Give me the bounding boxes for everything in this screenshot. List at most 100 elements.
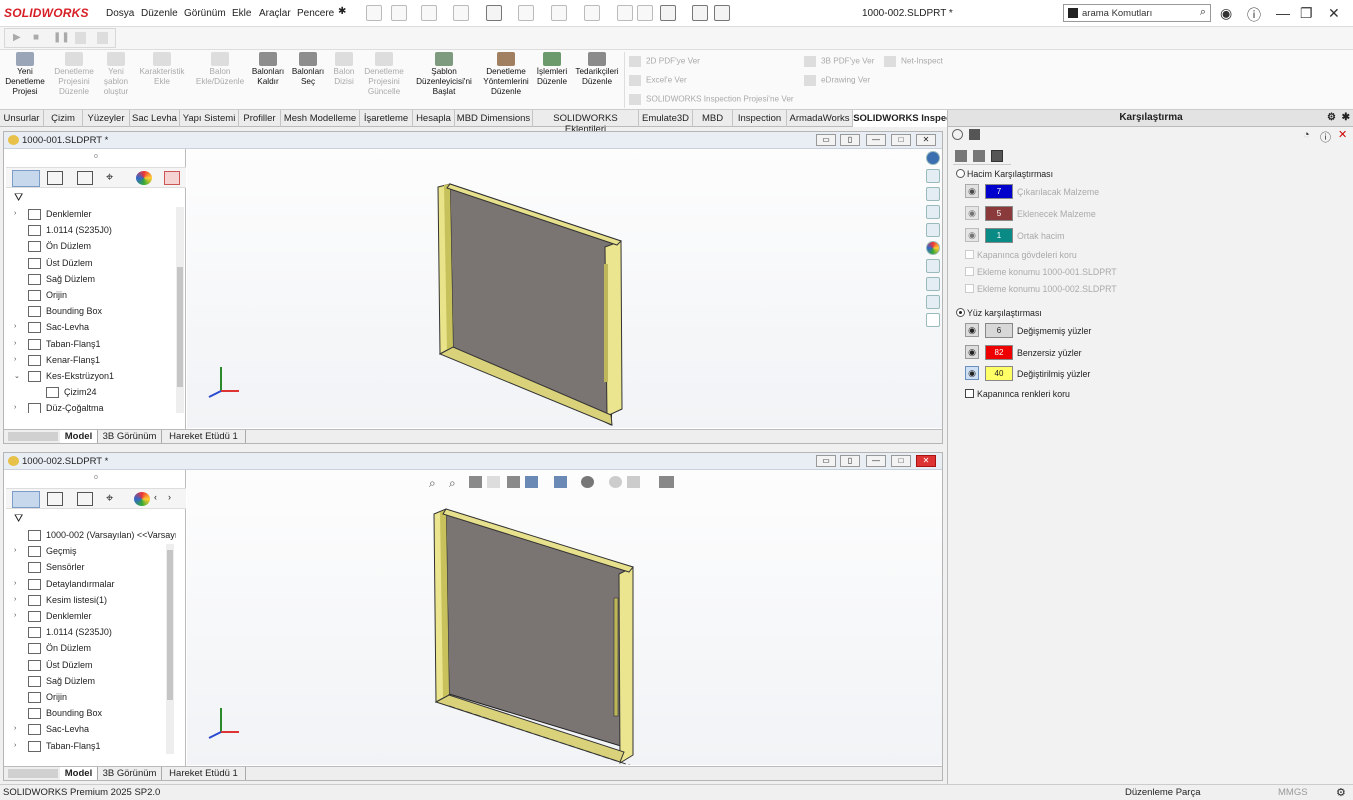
tab-yuzeyler[interactable]: Yüzeyler [83, 110, 130, 127]
redo-icon[interactable] [551, 5, 567, 21]
expand-arrow-icon[interactable]: › [14, 323, 16, 330]
help-icon[interactable]: ⓘ [1320, 129, 1331, 145]
start-template-editor-button[interactable]: Şablon Düzenleyicisi'ni Başlat [412, 52, 476, 96]
save-results-icon[interactable] [969, 129, 980, 140]
filter-icon[interactable]: ⛛ [14, 513, 23, 526]
rebuild-icon[interactable] [617, 5, 633, 21]
minimize-icon[interactable]: — [866, 455, 886, 467]
feature-manager-tab[interactable] [12, 491, 40, 508]
face-compare-radio[interactable] [956, 308, 965, 317]
scroll-thumb[interactable] [167, 550, 173, 700]
tab-cizim[interactable]: Çizim [44, 110, 83, 127]
help-icon[interactable]: ⓘ [1247, 5, 1261, 25]
tree-node[interactable]: 1.0114 (S235J0) [6, 223, 174, 239]
edit-inspection-methods-button[interactable]: Denetleme Yöntemlerini Düzenle [479, 52, 533, 96]
home-view-icon[interactable] [926, 169, 940, 183]
collapse-handle[interactable]: o [94, 474, 98, 481]
tile-horizontal-icon[interactable]: ▭ [816, 455, 836, 467]
configuration-manager-icon[interactable] [77, 171, 93, 185]
tab-sac-levha[interactable]: Sac Levha [130, 110, 180, 127]
keep-colors-checkbox[interactable] [965, 389, 974, 398]
save-icon[interactable] [453, 5, 469, 21]
eye-icon[interactable]: ◉ [965, 345, 979, 359]
tree-scrollbar[interactable] [166, 544, 174, 754]
export-excel-button[interactable]: Excel'e Ver [629, 75, 687, 86]
expand-arrow-icon[interactable]: ⌄ [14, 372, 20, 380]
tab-isaretleme[interactable]: İşaretleme [360, 110, 413, 127]
expand-arrow-icon[interactable]: › [14, 340, 16, 347]
tree-node[interactable]: Ön Düzlem [6, 239, 174, 255]
tab-mbd[interactable]: MBD [693, 110, 733, 127]
tree-node[interactable]: › Taban-Flanş1 [6, 739, 174, 755]
menu-gorunum[interactable]: Görünüm [184, 8, 226, 19]
tab-model[interactable]: Model [60, 767, 98, 780]
expand-arrow-icon[interactable]: › [14, 596, 16, 603]
doc-compare-icon[interactable] [955, 150, 967, 162]
export-3d-pdf-button[interactable]: 3B PDF'ye Ver [804, 56, 874, 67]
edit-inspection-project-button[interactable]: Denetleme Projesini Düzenle [50, 52, 98, 96]
tree-node[interactable]: › Düz-Çoğaltma [6, 401, 174, 413]
appearance-icon[interactable] [136, 171, 152, 185]
property-manager-icon[interactable] [47, 171, 63, 185]
tile-horizontal-icon[interactable]: ▭ [816, 134, 836, 146]
eye-icon[interactable]: ◉ [965, 228, 979, 242]
tree-scrollbar[interactable] [176, 207, 184, 413]
add-characteristic-button[interactable]: Karakteristik Ekle [136, 52, 188, 87]
forum-icon[interactable] [926, 277, 940, 291]
expand-arrow-icon[interactable]: › [14, 356, 16, 363]
update-inspection-project-button[interactable]: Denetleme Projesini Güncelle [361, 52, 407, 96]
tab-3d-view[interactable]: 3B Görünüm [98, 430, 162, 443]
tree-node[interactable]: › Geçmiş [6, 544, 174, 560]
expand-arrow-icon[interactable]: › [14, 547, 16, 554]
tab-hesapla[interactable]: Hesapla [413, 110, 455, 127]
folder-icon[interactable] [926, 205, 940, 219]
menu-pencere[interactable]: Pencere [297, 8, 334, 19]
tree-node[interactable]: Orijin [6, 690, 174, 706]
expand-pane-icon[interactable] [926, 313, 940, 327]
close-icon[interactable]: ✕ [916, 134, 936, 146]
3d-view-icon[interactable] [926, 187, 940, 201]
tree-node[interactable]: Çizim24 [6, 385, 174, 401]
tab-motion-study[interactable]: Hareket Etüdü 1 [162, 767, 246, 780]
insert-location-2-checkbox[interactable] [965, 284, 974, 293]
minimize-icon[interactable]: — [1276, 5, 1290, 21]
tree-node[interactable]: › Sac-Levha [6, 320, 174, 336]
expand-arrow-icon[interactable]: › [14, 725, 16, 732]
remove-balloons-button[interactable]: Balonları Kaldır [249, 52, 287, 87]
tree-node[interactable]: › Kenar-Flanş1 [6, 353, 174, 369]
menu-dosya[interactable]: Dosya [106, 8, 134, 19]
tree-node[interactable]: Sağ Düzlem [6, 674, 174, 690]
close-icon[interactable]: ✕ [1338, 128, 1347, 141]
tree-node[interactable]: Üst Düzlem [6, 256, 174, 272]
print-icon[interactable] [486, 5, 502, 21]
expand-arrow-icon[interactable]: › [14, 580, 16, 587]
dimxpert-icon[interactable]: ⌖ [106, 170, 122, 185]
back-icon[interactable]: ◔ [1303, 129, 1310, 141]
tree-node[interactable]: › Sac-Levha [6, 722, 174, 738]
appearance-icon[interactable] [134, 492, 150, 506]
pin-icon[interactable]: ✱ [338, 6, 348, 22]
eye-icon[interactable]: ◉ [965, 366, 979, 380]
new-macro-icon[interactable] [75, 32, 86, 44]
eye-icon[interactable]: ◉ [965, 323, 979, 337]
tab-motion-study[interactable]: Hareket Etüdü 1 [162, 430, 246, 443]
balloon-add-edit-button[interactable]: Balon Ekle/Düzenle [192, 52, 248, 87]
scroll-right-icon[interactable]: › [168, 492, 184, 506]
pin-icon[interactable]: ✱ [1342, 112, 1350, 123]
select-balloons-button[interactable]: Balonları Seç [289, 52, 327, 87]
tab-mbd-dimensions[interactable]: MBD Dimensions [455, 110, 533, 127]
appearances-icon[interactable] [926, 241, 940, 255]
tab-mesh-modelleme[interactable]: Mesh Modelleme [281, 110, 360, 127]
close-icon[interactable]: ✕ [1328, 5, 1340, 22]
volume-compare-radio[interactable] [956, 169, 965, 178]
tree-node[interactable]: 1000-002 (Varsayılan) <<Varsayılan [6, 528, 176, 544]
menu-araclar[interactable]: Araçlar [259, 8, 291, 19]
expand-arrow-icon[interactable]: › [14, 612, 16, 619]
geometry-compare-icon[interactable] [991, 150, 1003, 162]
feature-manager-tab[interactable] [12, 170, 40, 187]
configuration-manager-icon[interactable] [77, 492, 93, 506]
net-inspect-button[interactable]: Net-Inspect [884, 56, 943, 67]
graphics-area-2[interactable]: ⌕ ⌕ [187, 470, 942, 765]
scroll-thumb[interactable] [177, 267, 183, 387]
tree-node[interactable]: › Taban-Flanş1 [6, 337, 174, 353]
